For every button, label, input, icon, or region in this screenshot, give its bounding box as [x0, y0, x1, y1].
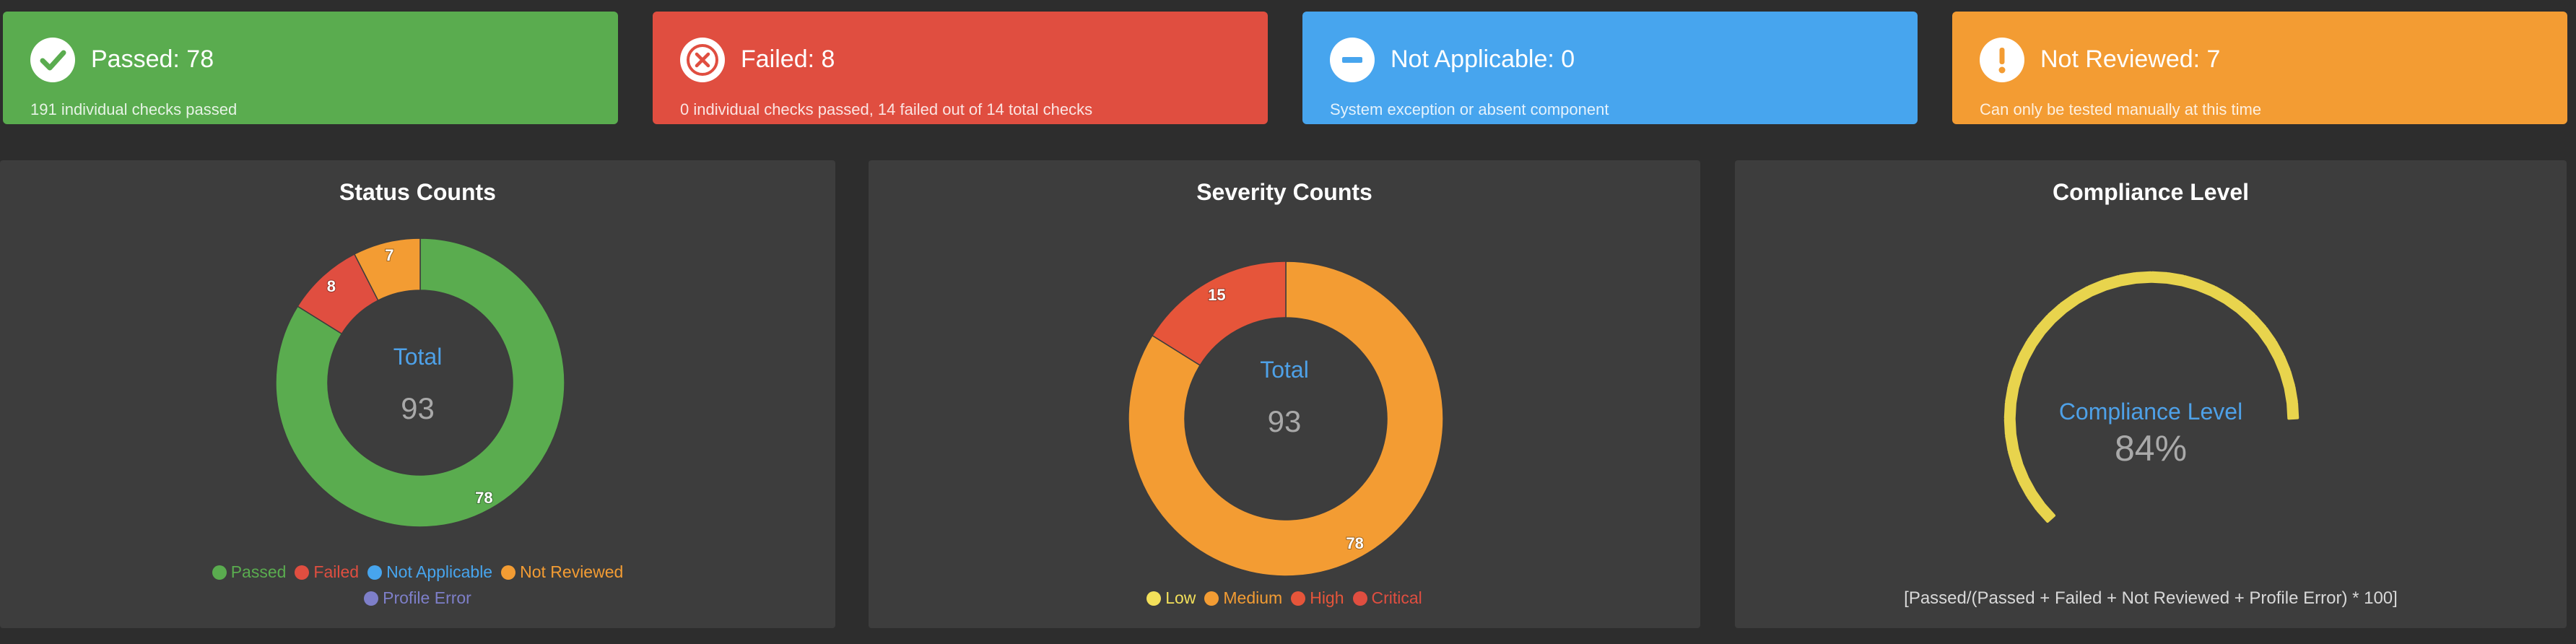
exclamation-icon	[1980, 38, 2024, 82]
severity-legend-label: Low	[1165, 588, 1196, 607]
severity-legend-label: High	[1310, 588, 1344, 607]
status-legend-label: Not Reviewed	[520, 562, 624, 581]
compliance-gauge	[2003, 271, 2299, 523]
gauge-label: Compliance Level	[2058, 399, 2243, 425]
status-legend-label: Profile Error	[383, 588, 471, 607]
status-legend: Passed Failed Not Applicable Not Reviewed Pr…	[180, 559, 655, 611]
not-reviewed-card-title: Not Reviewed: 7	[2040, 45, 2221, 73]
status-legend-dot	[367, 565, 383, 580]
severity-legend-label: Critical	[1371, 588, 1422, 607]
gauge-value: 84%	[2114, 428, 2188, 469]
severity-legend-item[interactable]: Low	[1146, 585, 1196, 611]
gauge-tick	[2118, 272, 2138, 287]
status-counts-panel: Status Counts 78 8 7 Total 93 Passed Failed…	[0, 160, 835, 628]
minus-icon	[1330, 38, 1375, 82]
status-legend-label: Not Applicable	[386, 562, 493, 581]
status-legend-item[interactable]: Passed	[212, 559, 287, 585]
status-data-label: 78	[475, 489, 492, 507]
compliance-formula: [Passed/(Passed + Failed + Not Reviewed …	[1904, 588, 2398, 608]
status-center-value: 93	[401, 391, 435, 425]
failed-card-title: Failed: 8	[741, 45, 835, 73]
severity-legend-dot	[1204, 591, 1219, 606]
status-legend-item[interactable]: Not Applicable	[367, 559, 492, 585]
status-legend-dot	[501, 565, 516, 580]
status-legend-label: Failed	[313, 562, 360, 581]
x-icon	[680, 38, 725, 82]
check-icon	[30, 38, 75, 82]
gauge-tick	[2150, 271, 2169, 284]
not-reviewed-card[interactable]: Not Reviewed: 7 Can only be tested manua…	[1952, 12, 2567, 124]
severity-legend-dot	[1146, 591, 1162, 606]
severity-center-label: Total	[1260, 357, 1309, 383]
status-center-label: Total	[393, 344, 443, 370]
status-legend-dot	[364, 591, 379, 606]
failed-card[interactable]: Failed: 8 0 individual checks passed, 14…	[653, 12, 1268, 124]
passed-card[interactable]: Passed: 78 191 individual checks passed	[3, 12, 618, 124]
severity-data-label: 15	[1208, 286, 1225, 304]
status-legend-label: Passed	[230, 562, 287, 581]
not-reviewed-card-subtitle: Can only be tested manually at this time	[1980, 100, 2262, 118]
gauge-tick	[2134, 271, 2153, 284]
severity-counts-panel: Severity Counts 78 15 Total 93 Low Medium H…	[869, 160, 1700, 628]
passed-card-subtitle: 191 individual checks passed	[30, 100, 238, 118]
severity-legend-label: Medium	[1223, 588, 1283, 607]
status-legend-item[interactable]: Profile Error	[364, 585, 471, 611]
severity-legend-item[interactable]: Medium	[1204, 585, 1282, 611]
status-legend-dot	[295, 565, 310, 580]
compliance-level-panel: Compliance Level Compliance Level 84% [P…	[1735, 160, 2567, 628]
status-data-label: 8	[327, 277, 336, 295]
severity-donut-chart[interactable]: 78 15	[869, 160, 1700, 628]
severity-legend-item[interactable]: Critical	[1352, 585, 1422, 611]
severity-data-label: 78	[1346, 534, 1363, 552]
not-applicable-card-title: Not Applicable: 0	[1391, 45, 1575, 73]
status-legend-item[interactable]: Not Reviewed	[501, 559, 623, 585]
severity-legend-dot	[1291, 591, 1306, 606]
status-legend-item[interactable]: Failed	[295, 559, 359, 585]
passed-card-title: Passed: 78	[91, 45, 214, 73]
severity-legend-dot	[1352, 591, 1367, 606]
severity-center-value: 93	[1267, 404, 1302, 438]
not-applicable-card[interactable]: Not Applicable: 0 System exception or ab…	[1302, 12, 1918, 124]
failed-card-subtitle: 0 individual checks passed, 14 failed ou…	[680, 100, 1093, 118]
severity-legend: Low Medium High Critical	[869, 585, 1700, 611]
not-applicable-card-subtitle: System exception or absent component	[1330, 100, 1609, 118]
status-data-label: 7	[385, 246, 393, 264]
status-legend-dot	[212, 565, 227, 580]
severity-legend-item[interactable]: High	[1291, 585, 1344, 611]
